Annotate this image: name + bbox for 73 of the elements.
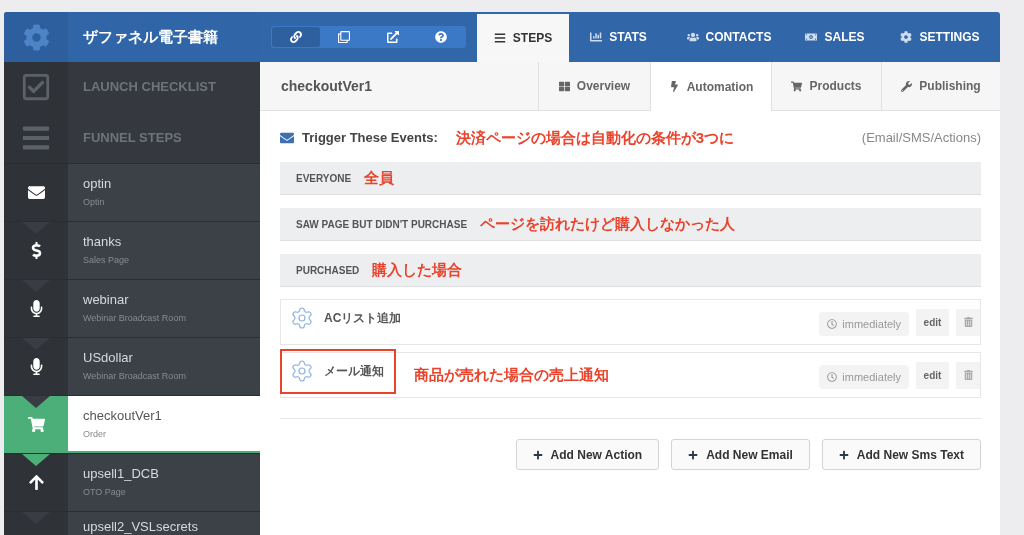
nav-tab[interactable]: SETTINGS	[880, 12, 1000, 62]
annotation-text: 全員	[364, 167, 395, 188]
triangle-icon	[22, 396, 50, 408]
bar-chart-icon	[590, 31, 603, 43]
clock-icon	[827, 372, 838, 382]
wrench-icon	[901, 80, 913, 92]
nav-tab[interactable]: STEPS	[477, 14, 569, 62]
menu-icon	[493, 32, 506, 44]
envelope-icon	[27, 184, 45, 201]
envelope-icon	[280, 131, 294, 145]
event-label: EVERYONE	[296, 171, 352, 186]
plus-icon	[688, 449, 699, 460]
plus-icon	[532, 449, 543, 460]
gear-icon	[290, 359, 314, 383]
trash-icon	[963, 370, 973, 380]
trash-icon	[963, 317, 973, 327]
step-type: Optin	[83, 196, 106, 208]
hint-text: (Email/SMS/Actions)	[861, 129, 981, 148]
nav-tab[interactable]: SALES	[790, 12, 880, 62]
step-type: Order	[83, 428, 107, 440]
copy-icon	[338, 31, 351, 43]
step-name: checkoutVer1	[83, 408, 163, 424]
add-button[interactable]: Add New Email	[671, 439, 810, 470]
step-type: Webinar Broadcast Room	[83, 312, 187, 324]
gear-icon	[22, 23, 50, 51]
timing-text: immediately	[842, 369, 901, 385]
cart-icon	[27, 416, 45, 433]
step-name: USdollar	[83, 350, 134, 366]
triangle-icon	[22, 454, 50, 466]
step-type: Webinar Broadcast Room	[83, 370, 187, 382]
arrow-up-icon	[27, 474, 45, 491]
grid-icon	[558, 80, 570, 92]
step-name: webinar	[83, 292, 130, 308]
event-label: SAW PAGE BUT DIDN'T PURCHASE	[296, 217, 468, 232]
action-name: ACリスト追加	[324, 310, 402, 327]
step-name: optin	[83, 176, 113, 192]
gear-icon	[290, 306, 314, 330]
section-tab[interactable]: Automation	[650, 62, 771, 111]
checkbox-icon	[21, 72, 51, 102]
external-link-icon	[386, 31, 399, 43]
step-type: Sales Page	[83, 254, 131, 266]
step-name: upsell2_VSLsecrets	[83, 519, 199, 535]
step-name: upsell1_DCB	[83, 466, 160, 482]
delete-button[interactable]	[956, 361, 980, 389]
settings-icon	[900, 31, 913, 43]
step-name: thanks	[83, 234, 123, 250]
annotation-text: ページを訪れたけど購入しなかった人	[480, 213, 736, 234]
toolbar-button[interactable]	[272, 27, 321, 47]
annotation-text: 購入した場合	[372, 259, 463, 280]
lightning-icon	[668, 81, 680, 92]
users-icon	[686, 31, 699, 43]
add-button[interactable]: Add New Action	[515, 439, 660, 470]
plus-icon	[838, 449, 849, 460]
event-label: PURCHASED	[296, 263, 360, 278]
trigger-title: Trigger These Events:	[302, 129, 438, 148]
help-icon	[434, 31, 447, 43]
edit-button[interactable]: edit	[916, 308, 949, 336]
step-type: OTO Page	[83, 486, 127, 498]
cart-icon	[791, 80, 803, 92]
timing-text: immediately	[842, 316, 901, 332]
delete-button[interactable]	[956, 308, 980, 336]
nav-tab[interactable]: STATS	[569, 12, 668, 62]
banknote-icon	[805, 31, 818, 43]
edit-button[interactable]: edit	[916, 361, 949, 389]
page-title: checkoutVer1	[281, 76, 373, 96]
annotation-text: 商品が売れた場合の売上通知	[414, 364, 609, 385]
nav-tab[interactable]: CONTACTS	[668, 12, 790, 62]
clock-icon	[827, 319, 838, 329]
action-name: メール通知	[324, 363, 384, 380]
add-button[interactable]: Add New Sms Text	[821, 439, 981, 470]
annotation-text: 決済ページの場合は自動化の条件が3つに	[455, 127, 735, 148]
funnel-title: ザファネル電子書籍	[83, 26, 218, 47]
link-icon	[290, 31, 303, 43]
